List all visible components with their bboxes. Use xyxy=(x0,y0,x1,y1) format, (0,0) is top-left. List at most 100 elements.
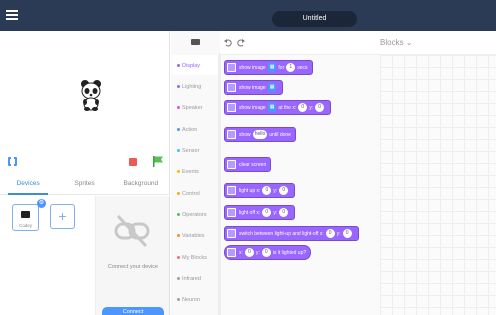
category-dot-icon xyxy=(177,256,180,260)
block-input[interactable]: 0 xyxy=(279,186,289,195)
code-block[interactable]: show image ▦ at the x: 0 y: 0 xyxy=(224,100,332,115)
block-text: until done xyxy=(269,131,291,138)
category-sensor[interactable]: Sensor xyxy=(177,148,199,154)
block-text: for xyxy=(278,64,285,71)
blocks-mode-select[interactable]: Blocks ⌄ xyxy=(380,38,413,47)
device-block-icon xyxy=(191,39,200,45)
green-flag-icon[interactable] xyxy=(153,156,163,167)
block-input[interactable]: 0 xyxy=(262,186,272,195)
script-workspace[interactable] xyxy=(380,55,496,315)
code-block[interactable]: show image ▦ xyxy=(224,80,284,95)
device-name: Codey xyxy=(18,223,32,228)
script-toolbar: Blocks ⌄ xyxy=(220,31,496,55)
category-dot-icon xyxy=(177,213,180,217)
block-input[interactable]: ▦ xyxy=(267,103,277,112)
category-label: Speaker xyxy=(182,105,203,111)
stop-icon[interactable] xyxy=(129,158,137,166)
project-title[interactable]: Untitled xyxy=(272,11,357,27)
category-action[interactable]: Action xyxy=(177,127,197,133)
display-block-icon xyxy=(227,248,236,257)
category-neuron[interactable]: Neuron xyxy=(177,297,200,303)
block-input[interactable]: 0 xyxy=(262,208,272,217)
category-label: Sensor xyxy=(182,148,200,154)
display-block-icon xyxy=(227,130,236,139)
category-label: Control xyxy=(182,191,200,197)
category-label: Infrared xyxy=(182,276,201,282)
code-block[interactable]: clear screen xyxy=(224,157,272,172)
category-infrared[interactable]: Infrared xyxy=(177,276,201,282)
palette-scrollbar[interactable] xyxy=(218,55,221,315)
category-header xyxy=(171,31,220,53)
panda-sprite-icon[interactable] xyxy=(80,79,102,111)
block-input[interactable]: 0 xyxy=(315,103,325,112)
block-text: clear screen xyxy=(239,161,267,168)
connect-hint: Connect your device xyxy=(107,264,159,270)
category-display[interactable]: Display xyxy=(177,63,200,69)
block-input[interactable]: 0 xyxy=(261,248,271,257)
category-my-blocks[interactable]: My Blocks xyxy=(177,255,207,261)
undo-icon[interactable] xyxy=(224,39,232,47)
tab-sprites[interactable]: Sprites xyxy=(56,173,112,194)
block-input[interactable]: 1 xyxy=(286,63,296,72)
block-input[interactable]: 0 xyxy=(279,208,289,217)
device-card-codey[interactable]: Codey xyxy=(12,204,39,231)
category-label: Display xyxy=(182,63,201,69)
code-block[interactable]: show image ▦ for 1 secs xyxy=(224,60,313,75)
category-dot-icon xyxy=(177,106,180,110)
category-operators[interactable]: Operators xyxy=(177,212,206,218)
display-block-icon xyxy=(227,186,236,195)
category-label: My Blocks xyxy=(182,255,208,261)
codey-icon xyxy=(21,211,30,218)
chevron-down-icon: ⌄ xyxy=(405,38,413,47)
display-block-icon xyxy=(227,63,236,72)
category-speaker[interactable]: Speaker xyxy=(177,105,203,111)
left-tabs: Devices Sprites Background xyxy=(0,173,170,195)
block-input[interactable]: hello xyxy=(252,130,268,139)
category-variables[interactable]: Variables xyxy=(177,233,205,239)
redo-icon[interactable] xyxy=(237,39,245,47)
code-block[interactable]: show hello until done xyxy=(224,127,296,142)
connect-panel: Connect your device Connect xyxy=(96,196,170,315)
block-text: x: xyxy=(239,249,243,256)
block-text: y: xyxy=(273,209,278,216)
code-block[interactable]: switch between light-up and light-off x:… xyxy=(224,226,359,241)
connect-button[interactable]: Connect xyxy=(102,307,164,315)
category-lighting[interactable]: Lighting xyxy=(177,84,201,90)
display-block-icon xyxy=(227,229,236,238)
menu-icon[interactable] xyxy=(6,10,18,20)
block-text: y: xyxy=(309,104,314,111)
category-control[interactable]: Control xyxy=(177,191,200,197)
tab-background[interactable]: Background xyxy=(113,173,169,194)
block-input[interactable]: 0 xyxy=(325,229,335,238)
block-text: is it lighted up? xyxy=(272,249,307,256)
block-text: show image xyxy=(239,84,266,91)
category-dot-icon xyxy=(177,128,180,132)
block-text: secs xyxy=(297,64,308,71)
fullscreen-icon[interactable] xyxy=(8,156,17,167)
block-text: light off x: xyxy=(239,209,261,216)
category-dot-icon xyxy=(177,85,180,89)
code-block[interactable]: x: 0 y: 0 is it lighted up? xyxy=(224,245,312,260)
stage[interactable] xyxy=(0,31,170,151)
block-input[interactable]: 0 xyxy=(244,248,254,257)
block-text: show xyxy=(239,131,251,138)
code-block[interactable]: light off x: 0 y: 0 xyxy=(224,205,296,220)
devices-list: Codey ⚙ + xyxy=(0,196,96,315)
blocks-area: show image ▦ for 1 secs show image ▦ show image… xyxy=(220,55,496,315)
block-input[interactable]: ▦ xyxy=(267,83,277,92)
block-input[interactable]: 0 xyxy=(298,103,308,112)
top-bar: Untitled xyxy=(0,0,496,31)
tab-devices[interactable]: Devices xyxy=(0,173,56,195)
device-settings-icon[interactable]: ⚙ xyxy=(37,199,46,208)
add-device-button[interactable]: + xyxy=(50,204,75,229)
category-label: Variables xyxy=(182,233,205,239)
block-input[interactable]: 0 xyxy=(342,229,352,238)
block-palette: show image ▦ for 1 secs show image ▦ show image… xyxy=(220,55,380,315)
block-text: light up x: xyxy=(239,187,261,194)
display-block-icon xyxy=(227,160,236,169)
block-input[interactable]: ▦ xyxy=(267,63,277,72)
category-label: Operators xyxy=(182,212,207,218)
code-block[interactable]: light up x: 0 y: 0 xyxy=(224,183,296,198)
category-events[interactable]: Events xyxy=(177,169,199,175)
blocks-mode-label: Blocks xyxy=(380,38,404,47)
